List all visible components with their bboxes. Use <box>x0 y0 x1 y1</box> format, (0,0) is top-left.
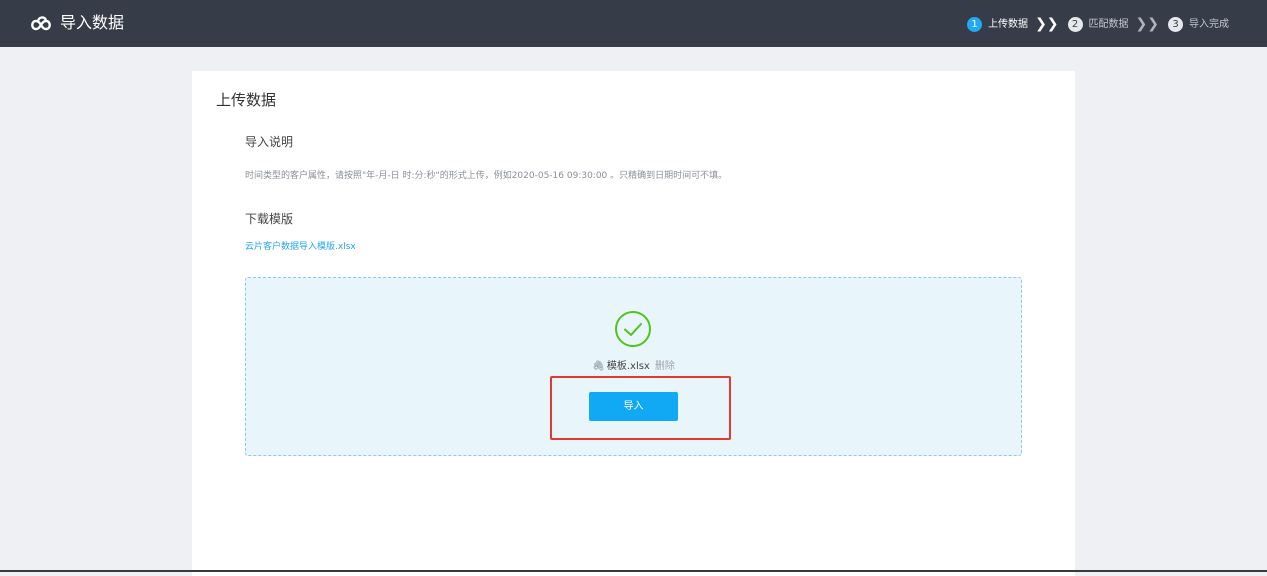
paperclip-icon: 🖇 <box>592 361 605 372</box>
file-name: 模板.xlsx <box>606 361 650 372</box>
uploaded-file-row: 🖇 模板.xlsx 删除 <box>246 360 1021 374</box>
step-complete: 3 导入完成 <box>1168 16 1229 32</box>
step-label: 匹配数据 <box>1088 18 1129 30</box>
chevron-double-right-icon: ❯❯ <box>1135 15 1159 32</box>
instructions-title: 导入说明 <box>245 135 294 149</box>
import-button[interactable]: 导入 <box>589 392 678 421</box>
check-circle-icon <box>615 311 651 347</box>
instructions-text: 时间类型的客户属性，请按照"年-月-日 时:分:秒"的形式上传，例如2020-0… <box>245 171 728 181</box>
cloud-logo-icon <box>31 16 51 31</box>
app-title: 导入数据 <box>60 13 125 32</box>
step-number: 3 <box>1168 16 1183 32</box>
delete-file-link[interactable]: 删除 <box>655 361 675 372</box>
template-download-link[interactable]: 云片客户数据导入模版.xlsx <box>245 241 356 253</box>
page-title: 上传数据 <box>216 91 277 109</box>
step-indicator: 1 上传数据 ❯❯ 2 匹配数据 ❯❯ 3 导入完成 <box>967 16 1229 32</box>
template-title: 下载模版 <box>245 212 294 226</box>
chevron-double-right-icon: ❯❯ <box>1035 15 1059 32</box>
step-label: 上传数据 <box>988 18 1029 30</box>
step-number: 1 <box>967 16 983 32</box>
top-bar: 导入数据 1 上传数据 ❯❯ 2 匹配数据 ❯❯ 3 导入完成 <box>0 0 1267 47</box>
upload-dropzone[interactable]: 🖇 模板.xlsx 删除 导入 <box>245 277 1022 456</box>
step-number: 2 <box>1067 16 1083 32</box>
step-upload: 1 上传数据 <box>967 16 1029 32</box>
step-label: 导入完成 <box>1189 18 1229 30</box>
upload-card: 上传数据 导入说明 时间类型的客户属性，请按照"年-月-日 时:分:秒"的形式上… <box>192 71 1075 576</box>
step-match: 2 匹配数据 <box>1067 16 1129 32</box>
